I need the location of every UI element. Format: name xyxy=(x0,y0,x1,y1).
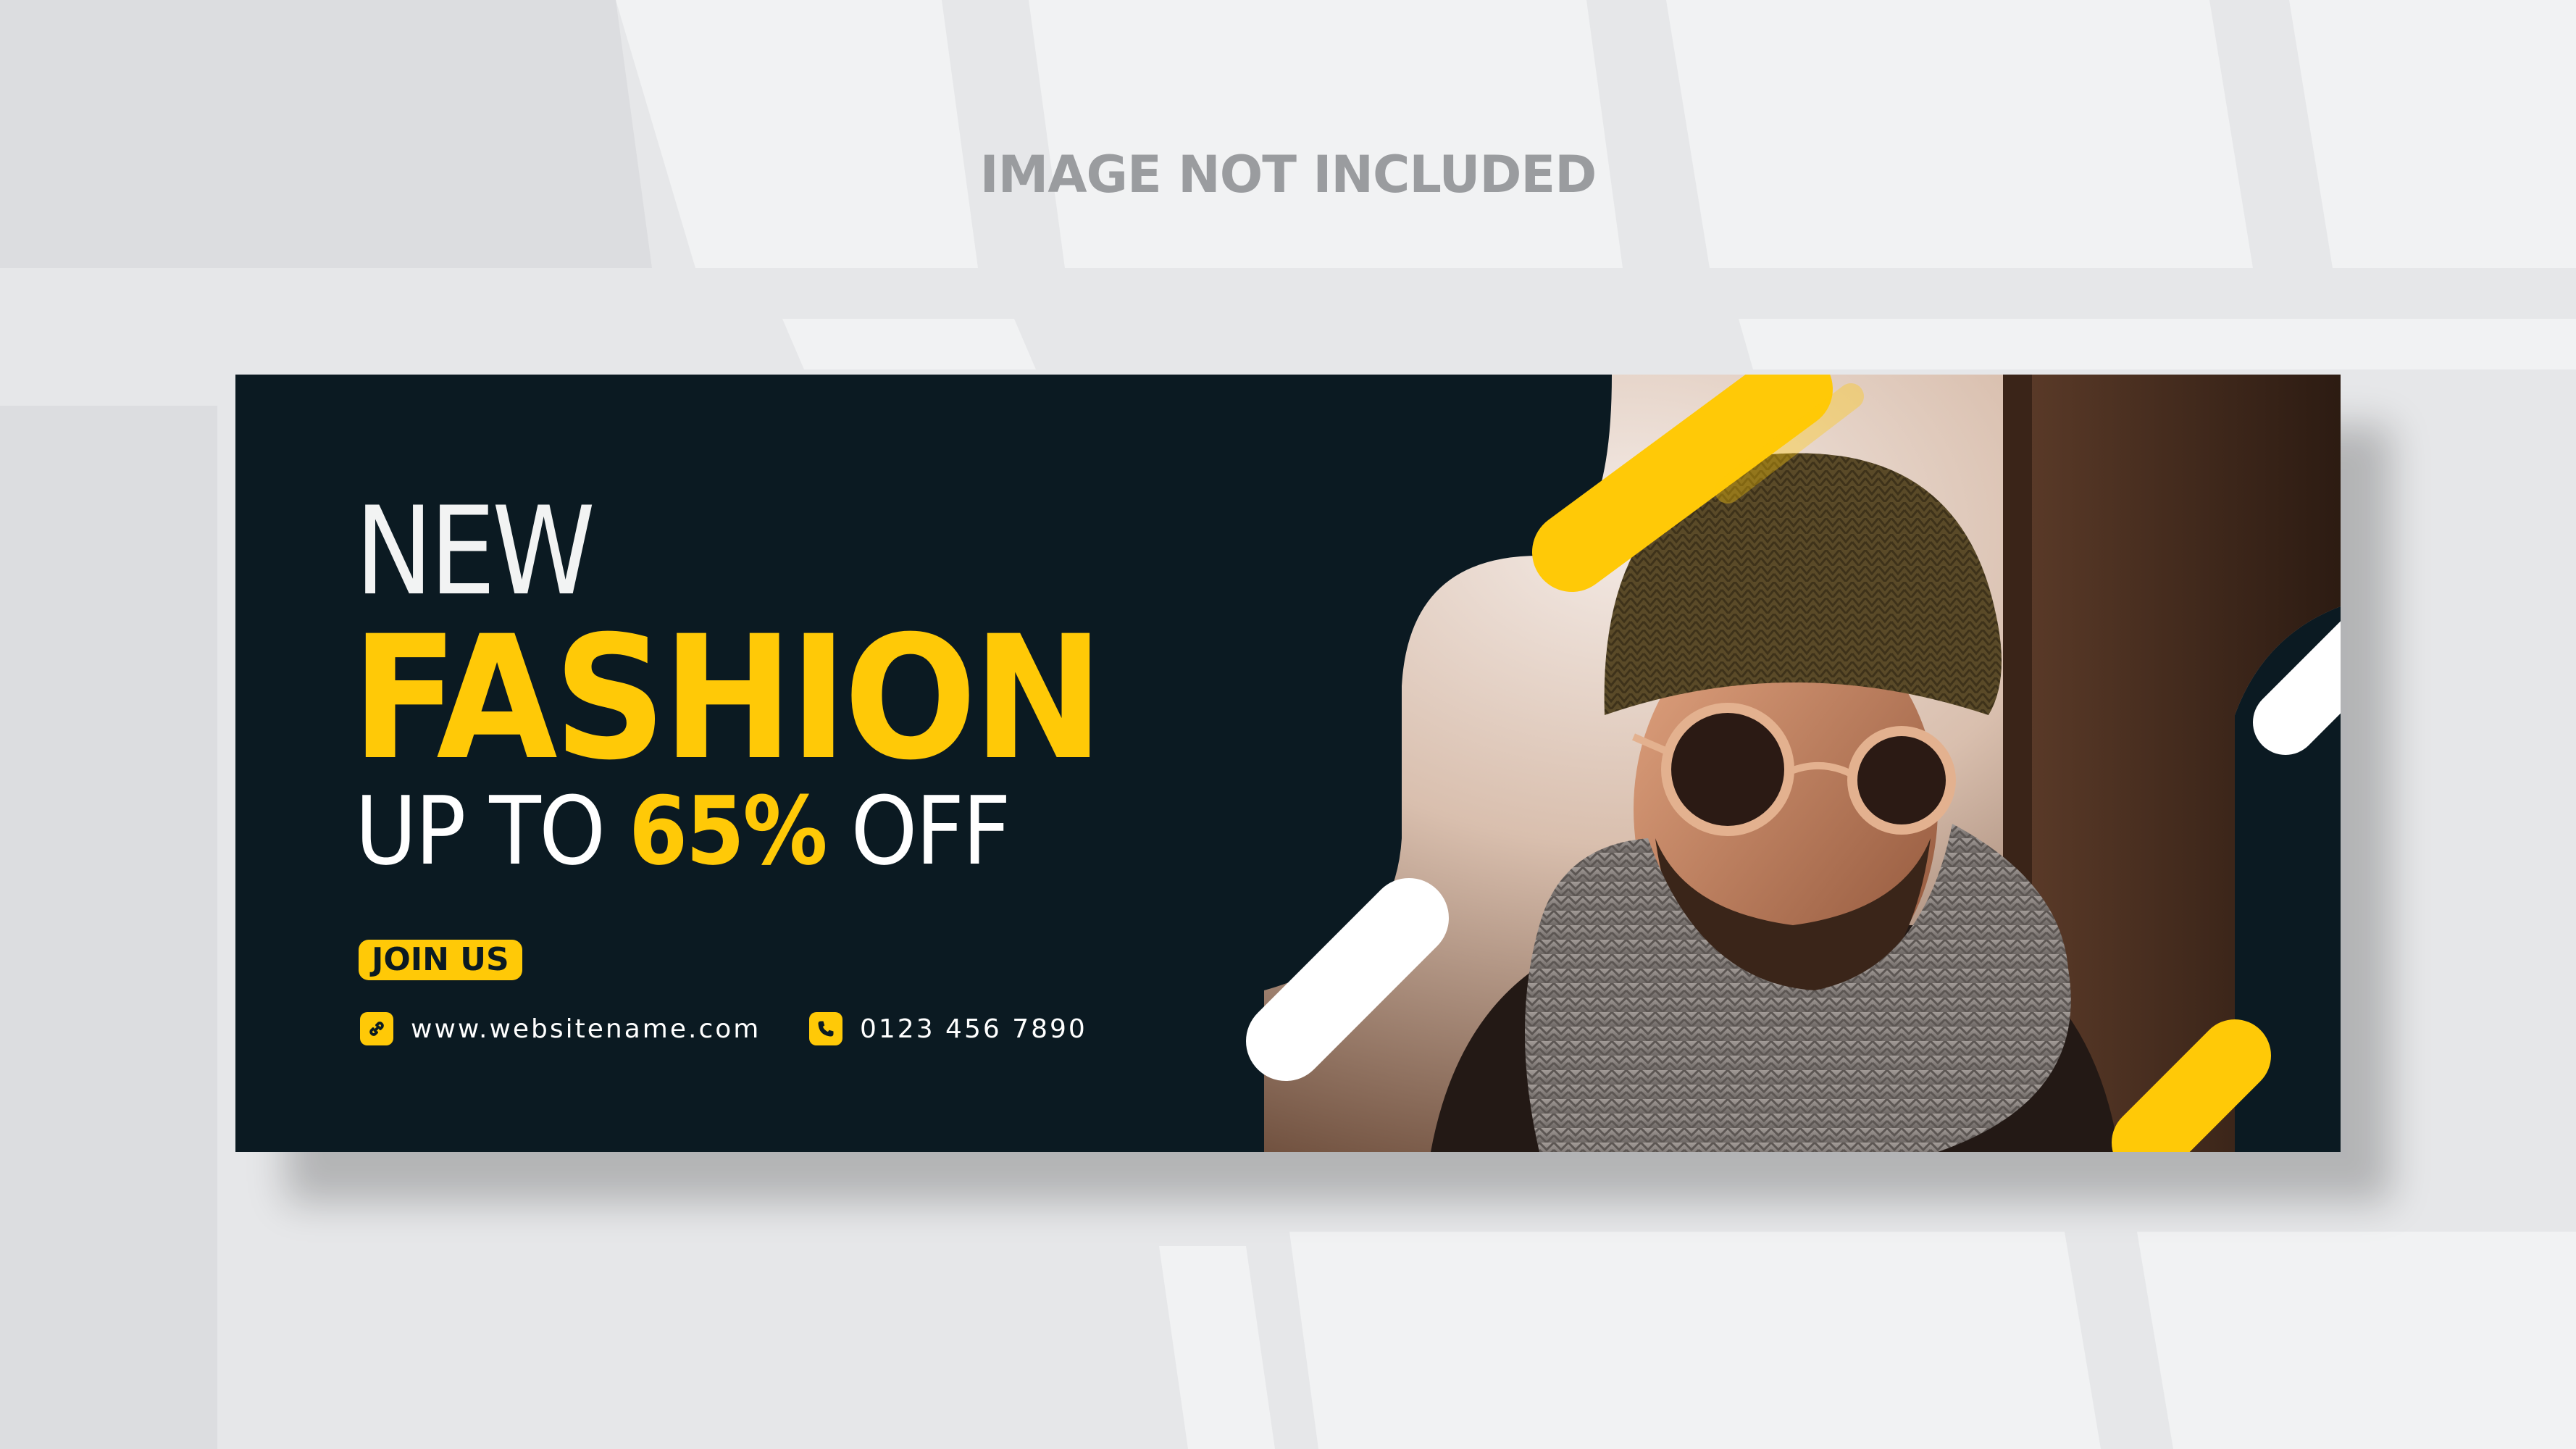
model-photo xyxy=(1264,375,2341,1152)
phone-contact[interactable]: 0123 456 7890 xyxy=(809,1012,1087,1045)
website-contact[interactable]: www.websitename.com xyxy=(360,1012,761,1045)
offer-percent: 65% xyxy=(628,776,828,886)
phone-icon xyxy=(809,1012,842,1045)
phone-number: 0123 456 7890 xyxy=(860,1014,1087,1044)
link-icon xyxy=(360,1012,393,1045)
join-us-button[interactable]: JOIN US xyxy=(359,940,522,980)
discount-offer: UP TO 65% OFF xyxy=(355,784,1011,878)
offer-prefix: UP TO xyxy=(355,776,606,886)
image-not-included-notice: IMAGE NOT INCLUDED xyxy=(979,145,1597,204)
headline-fashion: FASHION xyxy=(351,600,1104,798)
website-url: www.websitename.com xyxy=(411,1014,761,1044)
facebook-cover-banner: NEW FASHION UP TO 65% OFF JOIN US www.we… xyxy=(235,375,2341,1152)
offer-suffix: OFF xyxy=(850,776,1011,886)
headline-new: NEW xyxy=(355,480,595,622)
